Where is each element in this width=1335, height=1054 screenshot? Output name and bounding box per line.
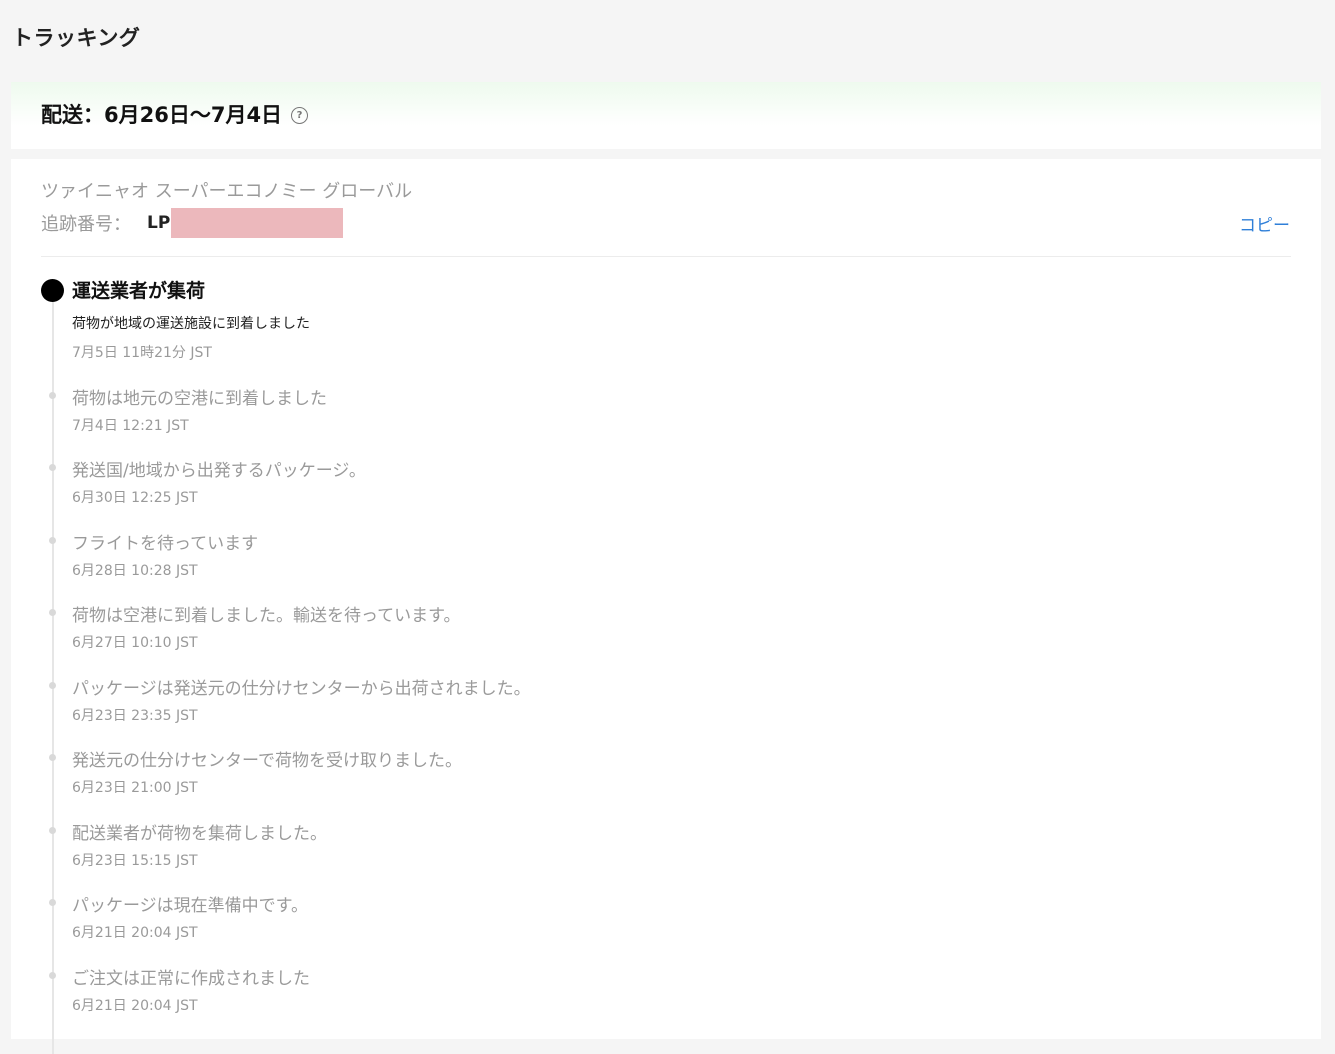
- timeline-dot-icon: [49, 537, 56, 544]
- timeline-dot-icon: [49, 754, 56, 761]
- timeline-dot-icon: [49, 609, 56, 616]
- divider: [41, 256, 1291, 257]
- event-status: 発送国/地域から出発するパッケージ。: [72, 461, 366, 481]
- question-circle-icon[interactable]: ?: [291, 106, 309, 124]
- event-status: 荷物は地元の空港に到着しました: [72, 389, 327, 409]
- page-title: トラッキング: [12, 26, 141, 50]
- delivery-estimate-card: 配送：6月26日〜7月4日 ?: [11, 82, 1321, 149]
- delivery-estimate: 配送：6月26日〜7月4日 ?: [41, 99, 309, 129]
- latest-time: 7月5日 11時21分 JST: [72, 345, 212, 361]
- copy-button[interactable]: コピー: [1239, 211, 1290, 236]
- event-time: 6月23日 21:00 JST: [72, 780, 198, 796]
- delivery-estimate-label: 配送：6月26日〜7月4日: [41, 103, 283, 127]
- timeline-dot-icon: [49, 682, 56, 689]
- tracking-number-redacted: [171, 208, 344, 238]
- latest-status: 荷物が地域の運送施設に到着しました: [72, 316, 310, 332]
- event-status: 配送業者が荷物を集荷しました。: [72, 824, 327, 844]
- event-time: 6月30日 12:25 JST: [72, 490, 198, 506]
- event-time: 6月23日 15:15 JST: [72, 853, 198, 869]
- tracking-number-prefix: LP: [147, 213, 171, 233]
- event-time: 6月23日 23:35 JST: [72, 708, 198, 724]
- event-time: 7月4日 12:21 JST: [72, 418, 189, 434]
- tracking-number-label: 追跡番号：: [41, 214, 131, 235]
- event-status: ご注文は正常に作成されました: [72, 969, 310, 989]
- event-status: 荷物は空港に到着しました。輸送を待っています。: [72, 606, 461, 626]
- timeline-dot-icon: [49, 392, 56, 399]
- event-time: 6月27日 10:10 JST: [72, 635, 198, 651]
- event-status: パッケージは発送元の仕分けセンターから出荷されました。: [72, 679, 531, 699]
- event-status: フライトを待っています: [72, 534, 259, 554]
- event-status: 発送元の仕分けセンターで荷物を受け取りました。: [72, 751, 462, 771]
- tracking-card: ツァイニャオ スーパーエコノミー グローバル 追跡番号： LP コピー 運送業者…: [11, 159, 1321, 1054]
- carrier-name: ツァイニャオ スーパーエコノミー グローバル: [41, 181, 413, 202]
- active-dot-icon: [41, 279, 64, 302]
- event-time: 6月21日 20:04 JST: [72, 998, 198, 1014]
- timeline-dot-icon: [49, 899, 56, 906]
- timeline-line: [52, 294, 54, 1054]
- latest-heading: 運送業者が集荷: [72, 280, 206, 302]
- event-time: 6月21日 20:04 JST: [72, 925, 198, 941]
- event-time: 6月28日 10:28 JST: [72, 563, 198, 579]
- tracking-number-row: 追跡番号： LP: [41, 208, 344, 238]
- timeline-dot-icon: [49, 464, 56, 471]
- timeline-dot-icon: [49, 972, 56, 979]
- timeline-dot-icon: [49, 827, 56, 834]
- event-status: パッケージは現在準備中です。: [72, 896, 308, 916]
